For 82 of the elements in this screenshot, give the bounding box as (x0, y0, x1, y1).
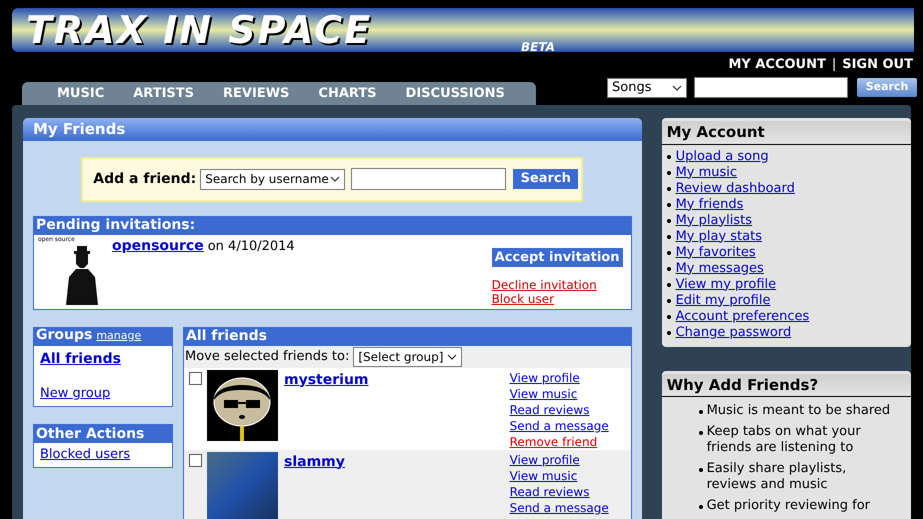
panel-title: My Friends (33, 119, 126, 140)
category-select[interactable]: Songs (607, 78, 687, 98)
separator: | (832, 56, 836, 74)
friend-action-link[interactable]: Send a message (510, 500, 631, 516)
account-link[interactable]: Upload a song (676, 148, 769, 164)
search-mode-select[interactable]: Search by username (200, 168, 346, 190)
bullet-icon (698, 410, 703, 414)
block-link[interactable]: Block user (492, 292, 554, 306)
friend-action-link[interactable]: View profile (510, 370, 631, 386)
account-link[interactable]: Account preferences (676, 308, 810, 324)
caret-icon (330, 176, 340, 182)
invite-date: on 4/10/2014 (208, 238, 295, 256)
photo-placeholder (207, 452, 278, 519)
bullet-icon (666, 282, 671, 286)
nav-tab[interactable]: MUSIC (57, 84, 104, 104)
section-title: Other Actions (36, 424, 144, 444)
account-link[interactable]: Review dashboard (676, 180, 795, 196)
bullet-icon (666, 202, 671, 206)
friend-action-link[interactable]: Send a message (510, 418, 631, 434)
friend-search-button[interactable]: Search (513, 169, 578, 189)
box-title: My Account (662, 121, 911, 144)
nav-tab[interactable]: REVIEWS (223, 84, 290, 104)
nav-tab[interactable]: DISCUSSIONS (406, 84, 505, 104)
caret-icon (447, 354, 458, 360)
account-link[interactable]: My friends (676, 196, 744, 212)
friend-name-link[interactable]: mysterium (284, 370, 368, 390)
reason-text: Get priority reviewing for (706, 498, 870, 514)
account-link[interactable]: My music (676, 164, 738, 180)
decline-link[interactable]: Decline invitation (492, 278, 597, 292)
bullet-icon (666, 250, 671, 254)
account-link[interactable]: Edit my profile (676, 292, 770, 308)
move-label: Move selected friends to: (185, 348, 350, 366)
sign-out-link[interactable]: SIGN OUT (842, 55, 913, 74)
account-link[interactable]: Change password (676, 324, 792, 340)
reason-text: Keep tabs on what your friends are listening to (706, 424, 862, 456)
checkbox[interactable] (189, 372, 202, 384)
friend-action-link[interactable]: View music (510, 468, 631, 484)
user-link[interactable]: opensource (112, 236, 204, 256)
my-account-link[interactable]: MY ACCOUNT (728, 55, 826, 74)
logo-text: TRAX IN SPACE (26, 11, 372, 49)
section-title: Groups (36, 326, 92, 344)
accept-button[interactable]: Accept invitation (492, 248, 623, 266)
search-field[interactable] (694, 77, 848, 98)
bullet-icon (666, 186, 671, 190)
nav-tab[interactable]: ARTISTS (133, 84, 194, 104)
friend-action-link[interactable]: View profile (510, 452, 631, 468)
friend-action-link[interactable]: Read reviews (510, 484, 631, 500)
friend-action-link[interactable]: Remove friend (510, 434, 631, 450)
bullet-icon (698, 431, 703, 435)
bullet-icon (698, 468, 703, 472)
caret-icon (672, 84, 682, 90)
bullet-icon (666, 330, 671, 334)
add-friend-label: Add a friend: (93, 170, 196, 188)
nav-tab[interactable]: CHARTS (318, 84, 377, 104)
bullet-icon (666, 234, 671, 238)
group-select[interactable]: [Select group] (353, 346, 462, 366)
friend-name-link[interactable]: slammy (284, 452, 345, 472)
group-link[interactable]: All friends (40, 348, 172, 370)
bullet-icon (666, 314, 671, 318)
account-link[interactable]: My play stats (676, 228, 762, 244)
reason-text: Music is meant to be shared (706, 403, 890, 419)
bullet-icon (666, 154, 671, 158)
friend-action-link[interactable]: View music (510, 386, 631, 402)
section-title: Pending invitations: (36, 216, 196, 235)
account-link[interactable]: My favorites (676, 244, 756, 260)
checkbox[interactable] (189, 454, 202, 466)
account-link[interactable]: View my profile (676, 276, 776, 292)
section-title: All friends (186, 327, 267, 346)
bullet-icon (666, 170, 671, 174)
account-link[interactable]: My messages (676, 260, 764, 276)
reason-text: Easily share playlists, reviews and music (706, 461, 848, 493)
bullet-icon (698, 505, 703, 509)
manage-link[interactable]: manage (96, 328, 142, 344)
group-link[interactable]: New group (40, 384, 172, 403)
friend-search-field[interactable] (351, 168, 506, 190)
bullet-icon (666, 218, 671, 222)
account-link[interactable]: My playlists (676, 212, 752, 228)
friend-action-link[interactable]: Read reviews (510, 402, 631, 418)
bullet-icon (666, 298, 671, 302)
box-title: Why Add Friends? (662, 374, 911, 397)
bullet-icon (666, 266, 671, 270)
blocked-users-link[interactable]: Blocked users (40, 445, 172, 464)
